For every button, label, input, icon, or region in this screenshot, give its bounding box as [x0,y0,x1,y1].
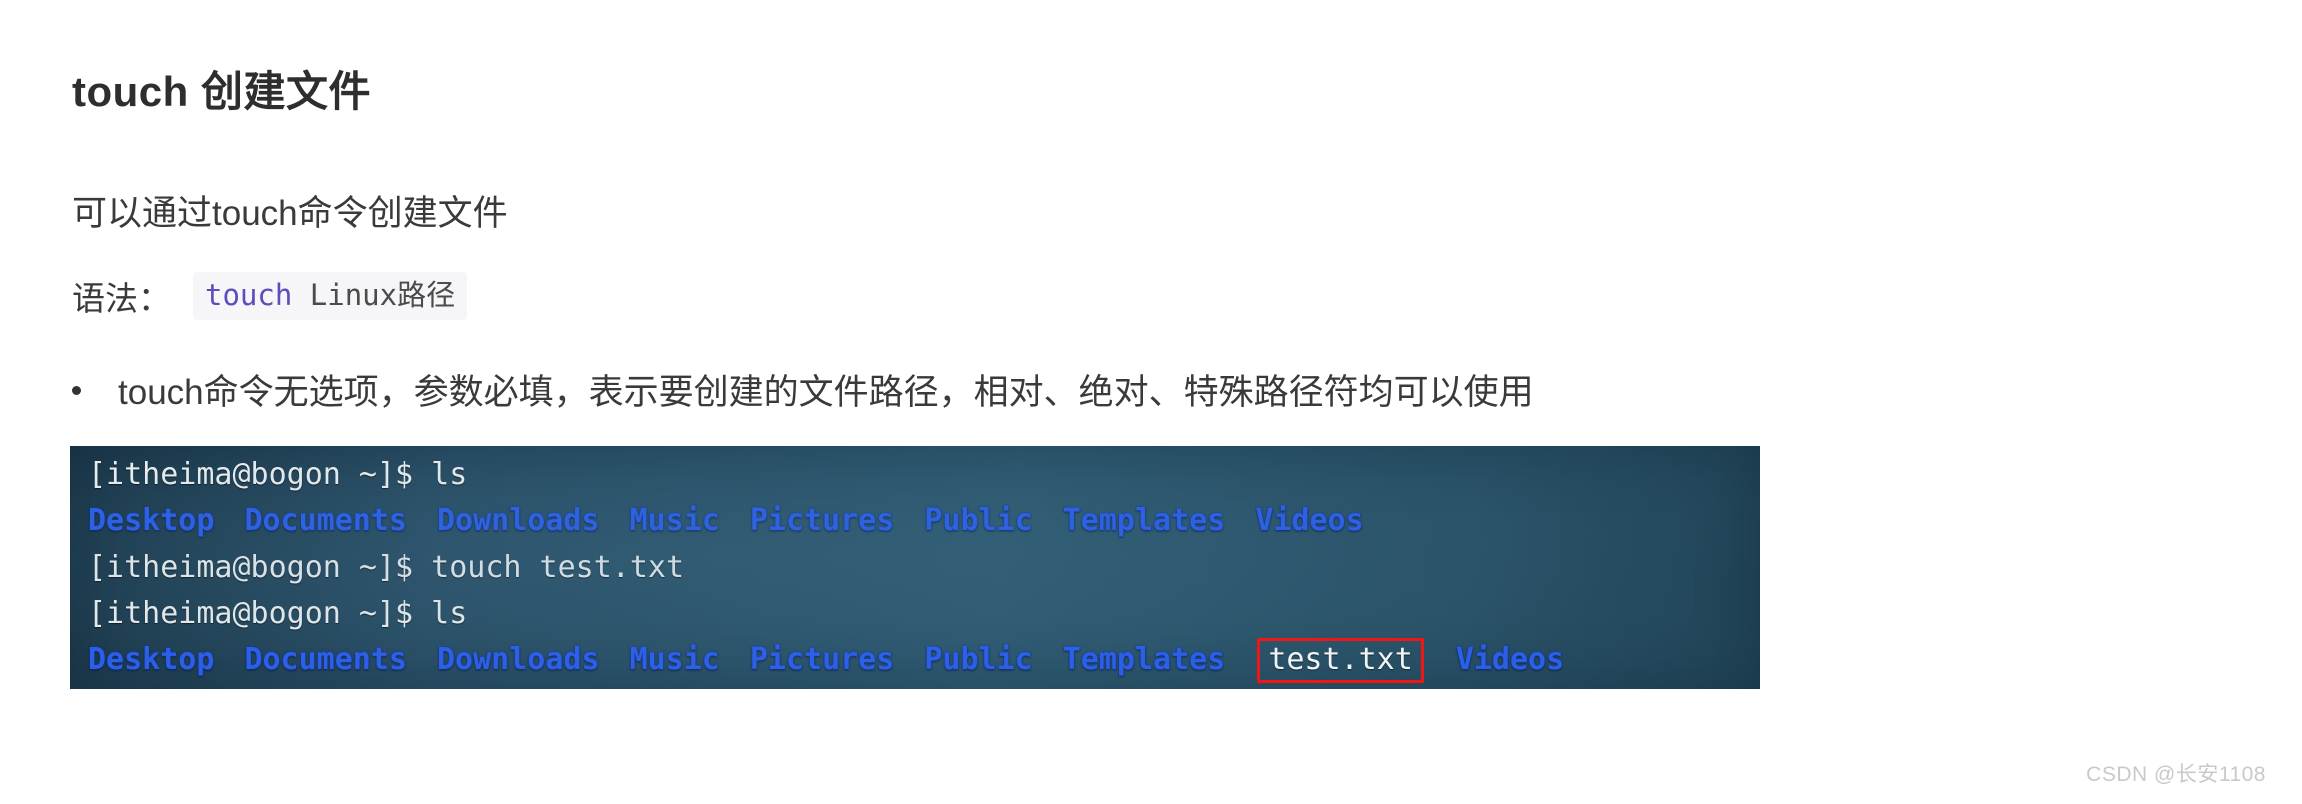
terminal-line-listing-second: Desktop Documents Downloads Music Pictur… [88,638,1565,683]
dir-entry: Desktop [88,503,215,538]
bullet-text: touch命令无选项，参数必填，表示要创建的文件路径，相对、绝对、特殊路径符均可… [118,373,1534,412]
dir-entry: Documents [244,503,407,538]
dir-entry: Desktop [88,642,215,677]
code-command: touch [205,278,293,312]
page-title: touch 创建文件 [72,68,371,116]
dir-entry: Videos [1255,503,1364,538]
terminal-screenshot: [itheima@bogon ~]$ ls Desktop Documents … [70,446,1760,689]
code-argument: Linux路径 [292,278,456,312]
dir-entry: Downloads [437,503,600,538]
dir-entry: Pictures [749,642,895,677]
dir-entry: Documents [244,642,407,677]
intro-paragraph: 可以通过touch命令创建文件 [72,194,508,233]
dir-entry: Public [924,642,1033,677]
bullet-item: touch命令无选项，参数必填，表示要创建的文件路径，相对、绝对、特殊路径符均可… [72,364,1534,415]
dir-entry: Videos [1455,642,1565,677]
dir-entry: Templates [1062,642,1226,677]
slide-canvas: touch 创建文件 可以通过touch命令创建文件 语法： touch Lin… [0,0,2302,804]
terminal-line-listing-first: Desktop Documents Downloads Music Pictur… [88,506,1364,536]
dir-entry: Public [924,503,1033,538]
dir-entry: Music [629,642,720,677]
syntax-code-badge: touch Linux路径 [193,272,468,321]
dir-entry: Templates [1062,503,1226,538]
dir-entry: Pictures [749,503,895,538]
syntax-row: 语法： touch Linux路径 [72,272,468,321]
terminal-line-touch-command: [itheima@bogon ~]$ touch test.txt [88,550,685,585]
dir-entry: Downloads [437,642,600,677]
terminal-line-ls-command-2: [itheima@bogon ~]$ ls [88,596,468,631]
syntax-label: 语法： [72,280,171,318]
dir-entry: Music [629,503,720,538]
terminal-line-ls-command: [itheima@bogon ~]$ ls [88,457,468,492]
watermark: CSDN @长安1108 [2086,763,2266,786]
highlighted-file-test-txt: test.txt [1257,638,1424,683]
bullet-dot-icon [72,386,81,395]
